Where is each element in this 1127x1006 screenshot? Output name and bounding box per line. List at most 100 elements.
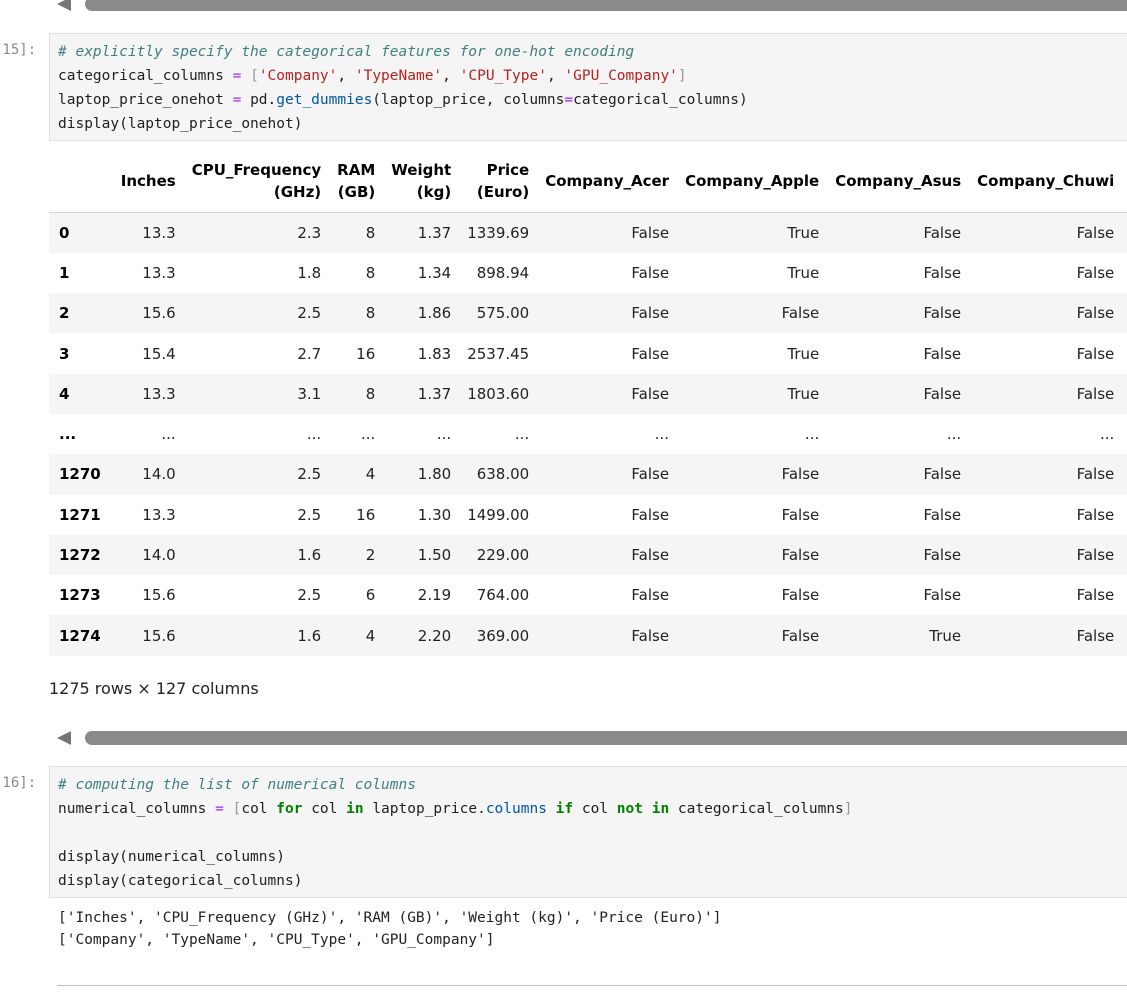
- table-cell: 13.3: [142, 263, 176, 282]
- scrollbar-thumb[interactable]: [85, 731, 1127, 745]
- table-cell: ...: [804, 425, 820, 444]
- row-index: 1271: [59, 505, 101, 524]
- column-header: C: [1122, 150, 1127, 213]
- row-index: ...: [59, 425, 77, 444]
- horizontal-scrollbar-top[interactable]: [57, 0, 1127, 12]
- column-header: Company_Apple: [677, 150, 828, 213]
- code-token: 'Company': [258, 68, 338, 84]
- table-cell: 2.20: [417, 626, 452, 645]
- table-cell: [1122, 454, 1127, 494]
- column-header: Inches: [112, 150, 184, 213]
- table-cell: ...: [1099, 425, 1115, 444]
- code-token: numerical_columns: [58, 801, 216, 817]
- table-cell: False: [631, 384, 670, 403]
- code-line: display(categorical_columns): [58, 869, 302, 893]
- table-cell: 1.83: [417, 344, 452, 363]
- table-row: ..............................: [49, 414, 1127, 454]
- table-cell: False: [923, 304, 962, 323]
- table-cell: 13.3: [142, 505, 176, 524]
- table-cell: 1339.69: [467, 223, 530, 242]
- table-cell: [1122, 374, 1127, 414]
- table-row: 2 15.6 2.5 8 1.86 575.00 False False False False: [49, 293, 1127, 334]
- code-line: display(laptop_price_onehot): [58, 112, 302, 136]
- code-cell-15[interactable]: # explicitly specify the categorical fea…: [49, 33, 1127, 141]
- column-header: RAM (GB): [329, 150, 384, 213]
- table-cell: 2.5: [297, 586, 322, 605]
- table-cell: False: [781, 505, 820, 524]
- code-token: ,: [442, 68, 460, 84]
- table-cell: False: [923, 384, 962, 403]
- table-cell: [1122, 575, 1127, 615]
- table-cell: 1.50: [417, 546, 452, 565]
- table-cell: True: [929, 626, 962, 645]
- code-token: col: [302, 801, 347, 817]
- table-cell: 15.4: [142, 344, 176, 363]
- column-header: Company_Acer: [537, 150, 678, 213]
- scroll-left-arrow-icon[interactable]: [57, 731, 71, 745]
- table-cell: False: [1076, 505, 1115, 524]
- column-header: Company_Chuwi: [969, 150, 1123, 213]
- column-header: Price (Euro): [459, 150, 538, 213]
- table-cell: ...: [946, 425, 962, 444]
- output-categorical-columns: ['Company', 'TypeName', 'CPU_Type', 'GPU…: [58, 932, 495, 948]
- table-cell: 1499.00: [467, 505, 530, 524]
- scrollbar-thumb[interactable]: [85, 0, 1127, 11]
- code-line: # explicitly specify the categorical fea…: [58, 40, 634, 64]
- column-header: [49, 150, 113, 213]
- column-header: CPU_Frequency (GHz): [183, 150, 330, 213]
- column-header: Weight (kg): [383, 150, 460, 213]
- column-header-line2: (GB): [337, 183, 376, 201]
- column-header-line2: Company_Acer: [545, 172, 670, 190]
- table-cell: 1.37: [417, 223, 452, 242]
- table-cell: 2537.45: [467, 344, 530, 363]
- table-cell: 3.1: [297, 384, 322, 403]
- column-header-line2: Company_Apple: [685, 172, 820, 190]
- row-index: 1272: [59, 546, 101, 565]
- table-row: 1271 13.3 2.5 16 1.30 1499.00 False False False F…: [49, 495, 1127, 535]
- table-cell: 8: [365, 304, 376, 323]
- column-header-line2: (Euro): [476, 183, 530, 201]
- code-token: laptop_price.: [363, 801, 486, 817]
- horizontal-scrollbar[interactable]: [57, 730, 1127, 746]
- table-cell: 229.00: [476, 546, 530, 565]
- table-cell: False: [1076, 223, 1115, 242]
- code-token: if: [555, 801, 574, 817]
- cell-divider: [57, 985, 1127, 986]
- table-cell: 6: [365, 586, 376, 605]
- table-cell: 15.6: [142, 586, 176, 605]
- table-cell: False: [1076, 626, 1115, 645]
- code-token: display(laptop_price_onehot): [58, 116, 303, 132]
- code-token: display(numerical_columns): [58, 849, 285, 865]
- code-token: get_dummies: [276, 92, 373, 108]
- table-cell: False: [923, 505, 962, 524]
- code-token: 'GPU_Company': [564, 68, 678, 84]
- table-cell: [1122, 615, 1127, 655]
- code-cell-16[interactable]: # computing the list of numerical column…: [49, 766, 1127, 898]
- table-cell: 2.5: [297, 304, 322, 323]
- table-cell: False: [923, 465, 962, 484]
- table-cell: 898.94: [476, 263, 530, 282]
- code-token: ]: [843, 801, 853, 817]
- code-token: laptop_price_onehot: [58, 92, 233, 108]
- scroll-left-arrow-icon[interactable]: [57, 0, 71, 11]
- code-token: categorical_columns: [58, 68, 233, 84]
- code-token: pd.: [241, 92, 277, 108]
- table-row: 1272 14.0 1.6 2 1.50 229.00 False False False Fal…: [49, 534, 1127, 576]
- table-cell: False: [781, 546, 820, 565]
- code-token: columns: [485, 801, 547, 817]
- row-index: 3: [59, 344, 70, 363]
- table-cell: False: [1076, 263, 1115, 282]
- code-token: in: [346, 801, 364, 817]
- table-cell: False: [631, 505, 670, 524]
- code-token: [: [250, 68, 259, 84]
- table-cell: 15.6: [142, 304, 176, 323]
- table-cell: [1122, 414, 1127, 454]
- table-cell: [1122, 333, 1127, 373]
- code-token: =: [215, 801, 224, 817]
- table-row: 0 13.3 2.3 8 1.37 1339.69 False True False False: [49, 212, 1127, 253]
- table-cell: False: [631, 223, 670, 242]
- dataframe-table: Inches CPU_Frequency (GHz) RAM (GB) Weight (kg…: [49, 150, 1127, 656]
- code-token: col: [573, 801, 617, 817]
